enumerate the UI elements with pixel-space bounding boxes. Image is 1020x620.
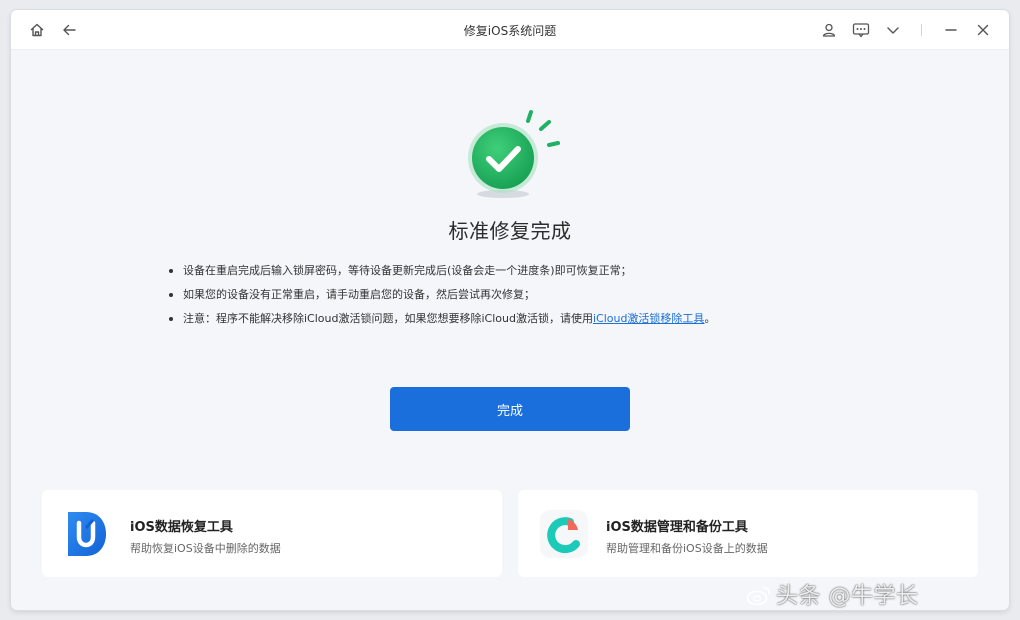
card-title: iOS数据恢复工具 [130,520,233,535]
user-icon[interactable] [819,20,839,40]
title-bar: 修复iOS系统问题 [11,10,1009,50]
home-icon[interactable] [27,20,47,40]
note-text: 注意：程序不能解决移除iCloud激活锁问题，如果您想要移除iCloud激活锁，… [183,312,593,325]
list-item: 如果您的设备没有正常重启，请手动重启您的设备，然后尝试再次修复； [169,288,889,312]
note-suffix: 。 [704,312,716,325]
watermark: 头条 @牛学长 [746,578,919,610]
back-arrow-icon[interactable] [59,20,79,40]
data-manager-icon [540,510,588,558]
page-title: 标准修复完成 [448,219,572,243]
done-button[interactable]: 完成 [390,387,630,431]
close-icon[interactable] [973,20,993,40]
note-text: 设备在重启完成后输入锁屏密码，等待设备更新完成后(设备会走一个进度条)即可恢复正… [183,264,632,277]
card-title: iOS数据管理和备份工具 [606,520,748,535]
list-item: 注意：程序不能解决移除iCloud激活锁问题，如果您想要移除iCloud激活锁，… [169,312,889,336]
app-window: 修复iOS系统问题 标准修复完成 设备在重启完成后输入锁屏密码，等待设备更新完成… [11,10,1009,610]
instructions-list: 设备在重启完成后输入锁屏密码，等待设备更新完成后(设备会走一个进度条)即可恢复正… [169,264,889,336]
note-text: 如果您的设备没有正常重启，请手动重启您的设备，然后尝试再次修复； [183,288,535,301]
titlebar-divider [921,24,922,36]
feedback-icon[interactable] [851,20,871,40]
list-item: 设备在重启完成后输入锁屏密码，等待设备更新完成后(设备会走一个进度条)即可恢复正… [169,264,889,288]
data-recovery-icon [64,510,108,558]
icloud-unlock-tool-link[interactable]: iCloud激活锁移除工具 [593,312,704,325]
card-description: 帮助恢复iOS设备中删除的数据 [130,542,281,555]
card-description: 帮助管理和备份iOS设备上的数据 [606,542,768,555]
watermark-text: 头条 @牛学长 [776,584,919,609]
weibo-logo-icon [746,584,772,606]
minimize-icon[interactable] [941,20,961,40]
data-manager-card[interactable]: iOS数据管理和备份工具 帮助管理和备份iOS设备上的数据 [518,490,978,577]
data-recovery-card[interactable]: iOS数据恢复工具 帮助恢复iOS设备中删除的数据 [42,490,502,577]
chevron-down-icon[interactable] [883,20,903,40]
check-circle-icon [465,106,561,202]
